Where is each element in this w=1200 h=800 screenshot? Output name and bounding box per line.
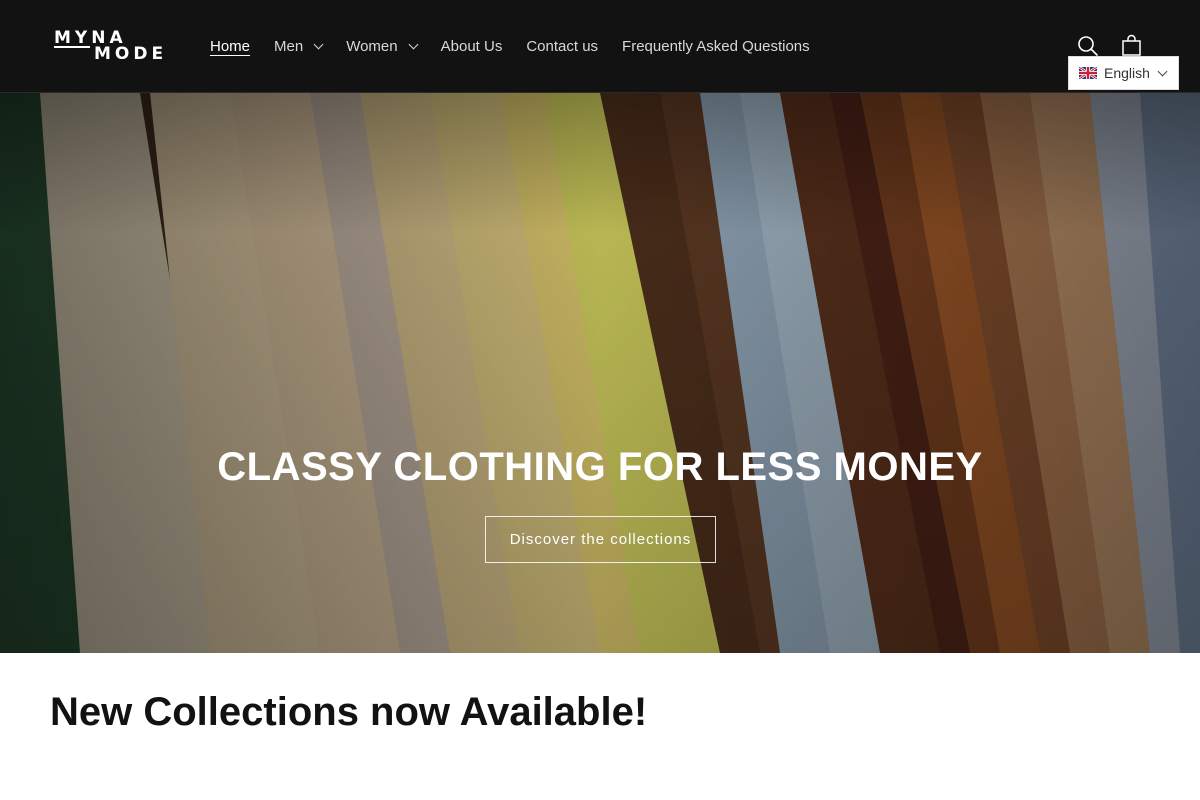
nav-item-men[interactable]: Men [262,30,334,62]
nav-item-home[interactable]: Home [198,30,262,62]
section-title: New Collections now Available! [50,690,648,734]
hero-overlay [0,93,1200,653]
language-selector[interactable]: English [1068,56,1179,90]
nav-item-label: Frequently Asked Questions [622,37,810,55]
chevron-down-icon [408,39,419,49]
nav-item-contact-us[interactable]: Contact us [514,30,610,62]
hero-title: CLASSY CLOTHING FOR LESS MONEY [217,445,983,489]
nav-item-women[interactable]: Women [334,30,428,62]
nav-item-label: Men [274,37,304,55]
nav-item-about-us[interactable]: About Us [429,30,515,62]
logo[interactable]: MYNA MODE [54,30,166,64]
nav-item-label: About Us [440,37,503,55]
nav-item-label: Contact us [526,37,599,55]
logo-line-2: MODE [94,44,168,64]
discover-collections-button[interactable]: Discover the collections [485,516,716,563]
nav-item-faq[interactable]: Frequently Asked Questions [610,30,822,62]
language-label: English [1104,65,1150,81]
chevron-down-icon [1157,66,1168,76]
nav-item-label: Home [210,37,251,55]
main-nav: Home Men Women About Us Contact us Frequ… [198,30,822,62]
hero-banner: CLASSY CLOTHING FOR LESS MONEY Discover … [0,93,1200,653]
site-header: MYNA MODE Home Men Women About Us Contac… [0,0,1200,93]
nav-item-label: Women [346,37,398,55]
logo-divider [54,46,90,48]
uk-flag-icon [1079,67,1097,79]
chevron-down-icon [313,39,324,49]
